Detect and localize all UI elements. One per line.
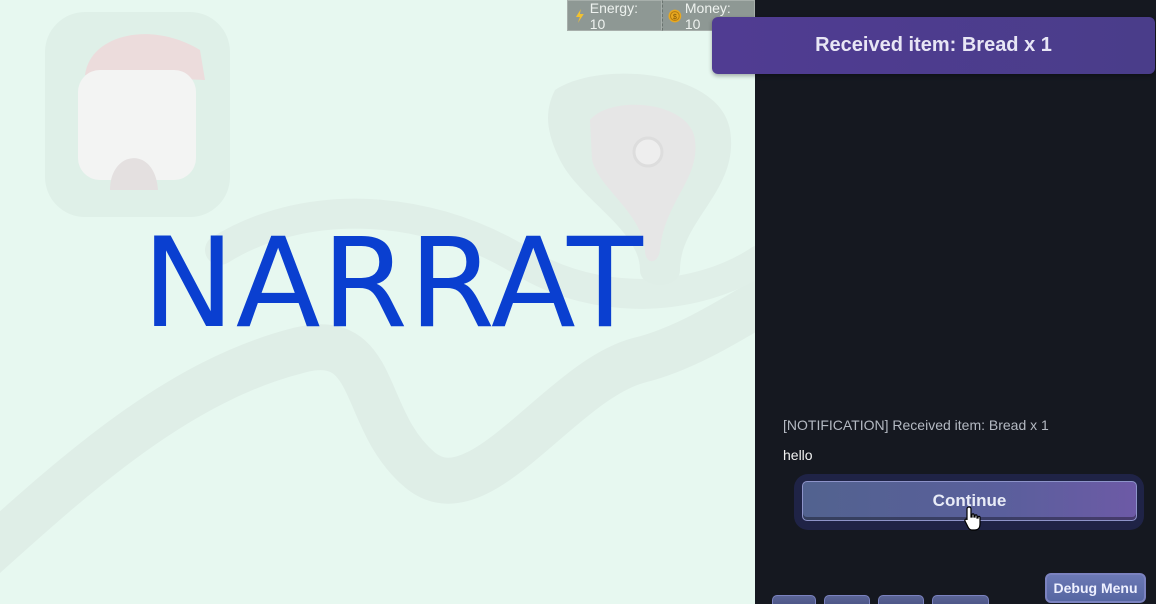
menu-tab-3[interactable] [878, 595, 924, 604]
hand-pointer-cursor-icon [964, 506, 981, 531]
coin-icon: $ [668, 9, 682, 22]
menu-tab-2[interactable] [824, 595, 870, 604]
item-received-toast: Received item: Bread x 1 [712, 17, 1155, 74]
energy-stat: Energy: 10 [567, 0, 663, 32]
lightning-icon [575, 8, 584, 23]
dialog-line-text: hello [783, 447, 813, 463]
dialog-log: [NOTIFICATION] Received item: Bread x 1 … [783, 417, 1143, 465]
game-viewport[interactable]: NARRAT Energy: 10 $ Money: 10 [0, 0, 755, 604]
dialog-line-notification: [NOTIFICATION] Received item: Bread x 1 [783, 417, 1049, 433]
svg-text:$: $ [673, 13, 677, 20]
debug-menu-button[interactable]: Debug Menu [1045, 573, 1146, 603]
game-logo: NARRAT [142, 212, 644, 356]
menu-button-row [772, 595, 989, 604]
energy-stat-label: Energy: 10 [589, 0, 638, 32]
menu-tab-1[interactable] [772, 595, 816, 604]
menu-tab-4[interactable] [932, 595, 989, 604]
